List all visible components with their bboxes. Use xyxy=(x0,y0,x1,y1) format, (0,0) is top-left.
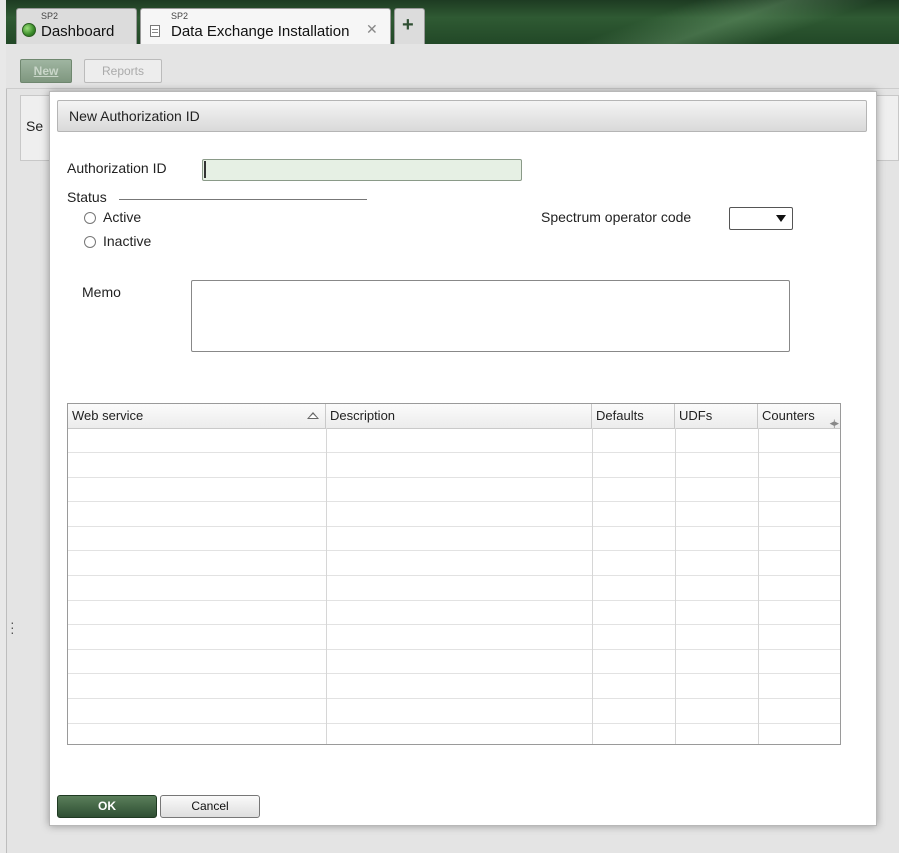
grid-column-divider xyxy=(758,428,759,744)
radio-active[interactable] xyxy=(84,212,96,224)
table-row[interactable] xyxy=(68,551,840,576)
new-button[interactable]: New xyxy=(20,59,72,83)
status-label: Status xyxy=(67,189,107,205)
grid-column-divider xyxy=(326,428,327,744)
ok-button[interactable]: OK xyxy=(57,795,157,818)
table-row[interactable] xyxy=(68,699,840,724)
table-row[interactable] xyxy=(68,625,840,650)
operator-code-select[interactable] xyxy=(729,207,793,230)
document-icon xyxy=(150,25,160,37)
tab-dashboard-env: SP2 xyxy=(41,11,59,21)
tab-dashboard[interactable]: SP2 Dashboard xyxy=(16,8,137,44)
authorization-id-input[interactable] xyxy=(203,160,525,182)
authorization-id-label: Authorization ID xyxy=(67,160,167,176)
table-row[interactable] xyxy=(68,600,840,626)
web-service-grid: Web service Description Defaults UDFs Co… xyxy=(67,403,841,745)
radio-inactive[interactable] xyxy=(84,236,96,248)
reports-button[interactable]: Reports xyxy=(84,59,162,83)
memo-textarea[interactable] xyxy=(191,280,790,352)
table-row[interactable] xyxy=(68,428,840,453)
new-button-label: New xyxy=(33,64,59,78)
sort-ascending-icon xyxy=(307,412,319,419)
table-row[interactable] xyxy=(68,477,840,503)
operator-code-label: Spectrum operator code xyxy=(541,209,692,225)
background-panel-label: Se xyxy=(26,118,44,134)
memo-label: Memo xyxy=(82,284,121,300)
table-row[interactable] xyxy=(68,576,840,601)
table-row[interactable] xyxy=(68,453,840,478)
column-header-web-service-label: Web service xyxy=(72,408,144,423)
table-row[interactable] xyxy=(68,649,840,675)
chevron-down-icon xyxy=(776,215,786,222)
status-divider xyxy=(119,199,367,200)
table-row[interactable] xyxy=(68,526,840,552)
add-tab-button[interactable]: + xyxy=(394,8,425,44)
toolbar: New Reports xyxy=(6,44,899,89)
globe-icon xyxy=(22,23,36,37)
tab-dei-env: SP2 xyxy=(171,11,189,21)
grid-column-divider xyxy=(675,428,676,744)
table-row[interactable] xyxy=(68,674,840,699)
text-caret xyxy=(204,161,206,178)
grid-column-divider xyxy=(592,428,593,744)
grid-header: Web service Description Defaults UDFs Co… xyxy=(68,404,840,429)
column-header-web-service[interactable]: Web service xyxy=(68,404,326,428)
close-icon[interactable]: ✕ xyxy=(366,21,378,38)
column-header-udfs[interactable]: UDFs xyxy=(675,404,758,428)
radio-active-label[interactable]: Active xyxy=(103,209,141,225)
table-row[interactable] xyxy=(68,723,840,744)
authorization-id-field-wrap xyxy=(202,159,525,182)
dialog-title-bar: New Authorization ID xyxy=(57,100,867,132)
column-header-defaults[interactable]: Defaults xyxy=(592,404,675,428)
tab-data-exchange-installation[interactable]: SP2 Data Exchange Installation ✕ xyxy=(140,8,391,44)
splitter-handle[interactable]: · · · xyxy=(10,615,15,639)
table-row[interactable] xyxy=(68,502,840,527)
tab-bar-decoration xyxy=(559,0,899,44)
dialog-title: New Authorization ID xyxy=(69,108,200,124)
plus-icon: + xyxy=(402,14,414,36)
cancel-button[interactable]: Cancel xyxy=(160,795,260,818)
column-header-description[interactable]: Description xyxy=(326,404,592,428)
column-header-counters[interactable]: Counters ◂|▸ xyxy=(758,404,840,428)
tab-dashboard-label: Dashboard xyxy=(41,23,115,40)
new-authorization-dialog: New Authorization ID Authorization ID St… xyxy=(49,91,877,826)
tab-bar: SP2 Dashboard SP2 Data Exchange Installa… xyxy=(6,0,899,44)
radio-inactive-label[interactable]: Inactive xyxy=(103,233,151,249)
column-header-counters-label: Counters xyxy=(762,408,815,423)
tab-dei-label: Data Exchange Installation xyxy=(171,23,350,40)
